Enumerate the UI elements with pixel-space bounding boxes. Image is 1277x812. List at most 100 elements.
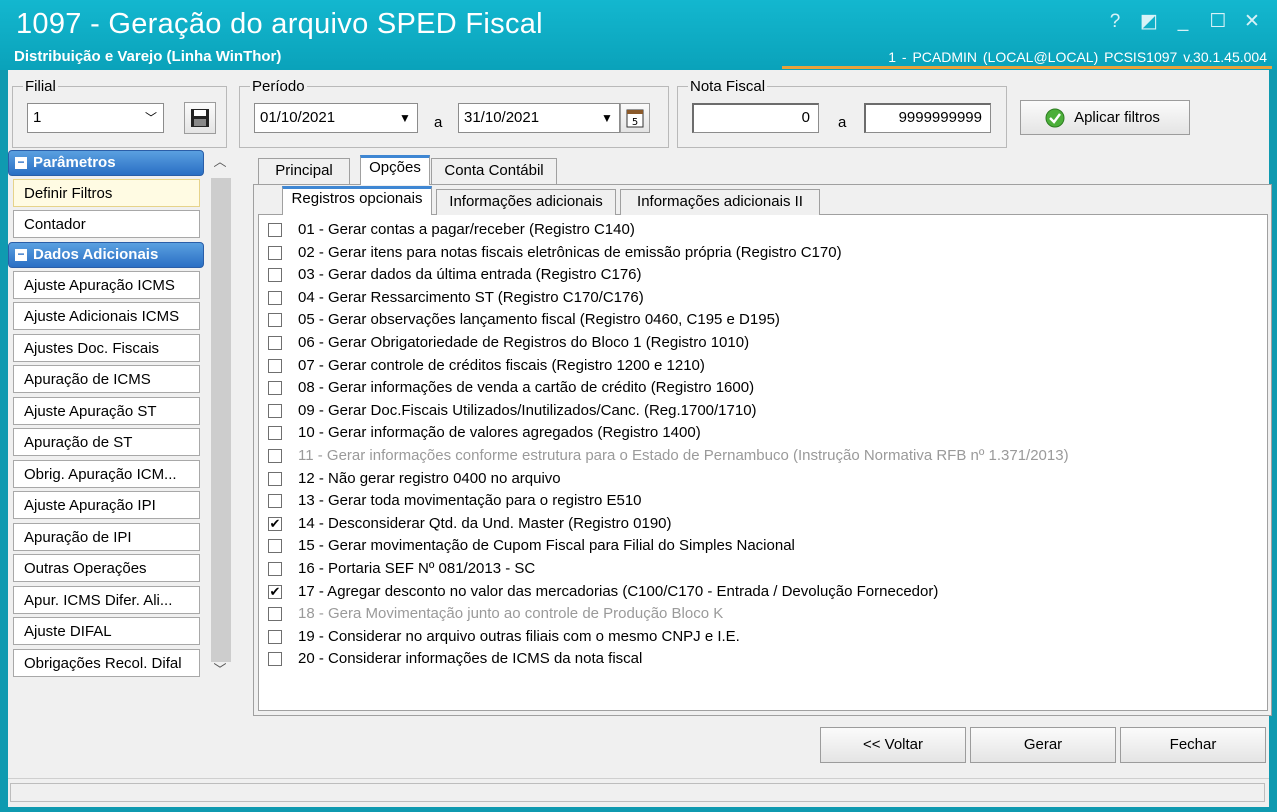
nota-fiscal-to-input[interactable]: 9999999999: [864, 103, 991, 133]
option-label: 03 - Gerar dados da última entrada (Regi…: [298, 266, 642, 283]
minimize-button[interactable]: _: [1172, 10, 1194, 34]
checkbox[interactable]: [268, 426, 282, 440]
tab-principal[interactable]: Principal: [258, 158, 350, 184]
checkbox[interactable]: [268, 494, 282, 508]
chevron-down-icon: ﹀: [144, 111, 157, 125]
filial-select[interactable]: 1 ﹀: [27, 103, 164, 133]
sidebar-item-definir-filtros[interactable]: Definir Filtros: [13, 179, 200, 207]
period-separator: a: [434, 114, 443, 131]
checkbox[interactable]: [268, 291, 282, 305]
close-form-button[interactable]: Fechar: [1120, 727, 1266, 763]
window-title: 1097 - Geração do arquivo SPED Fiscal: [16, 8, 543, 40]
period-end-value: 31/10/2021: [464, 109, 540, 126]
filial-value: 1: [33, 109, 42, 126]
option-label: 12 - Não gerar registro 0400 no arquivo: [298, 470, 561, 487]
sidebar-item[interactable]: Apuração de ST: [13, 428, 200, 456]
apply-filters-button[interactable]: Aplicar filtros: [1020, 100, 1190, 135]
checkbox[interactable]: [268, 381, 282, 395]
checkbox[interactable]: [268, 652, 282, 666]
user-info: 1 - PCADMIN (LOCAL@LOCAL) PCSIS1097 v.30…: [888, 49, 1267, 65]
option-label: 04 - Gerar Ressarcimento ST (Registro C1…: [298, 289, 644, 306]
subtab-informacoes-adicionais[interactable]: Informações adicionais: [436, 189, 616, 215]
restore-button[interactable]: ◩: [1138, 10, 1160, 34]
periodo-label: Período: [250, 78, 307, 95]
title-bar: 1097 - Geração do arquivo SPED Fiscal Di…: [0, 0, 1277, 70]
option-label: 20 - Considerar informações de ICMS da n…: [298, 650, 643, 667]
generate-button[interactable]: Gerar: [970, 727, 1116, 763]
nota-fiscal-from-input[interactable]: 0: [692, 103, 819, 133]
option-label: 05 - Gerar observações lançamento fiscal…: [298, 311, 780, 328]
back-button[interactable]: << Voltar: [820, 727, 966, 763]
checkbox[interactable]: [268, 268, 282, 282]
option-label: 18 - Gera Movimentação junto ao controle…: [298, 605, 724, 622]
sidebar-scrollbar[interactable]: ︿ ﹀: [209, 150, 231, 684]
section-parametros-title: Parâmetros: [33, 154, 116, 171]
checkbox[interactable]: [268, 246, 282, 260]
subtab-informacoes-adicionais-ii[interactable]: Informações adicionais II: [620, 189, 820, 215]
scrollbar-thumb[interactable]: [211, 178, 231, 662]
sidebar-item[interactable]: Apuração de IPI: [13, 523, 200, 551]
save-filial-button[interactable]: [184, 102, 216, 134]
checkbox[interactable]: [268, 313, 282, 327]
calendar-icon: 5: [626, 109, 644, 128]
sidebar-item[interactable]: Ajuste Apuração ICMS: [13, 271, 200, 299]
check-circle-icon: [1045, 108, 1065, 128]
checkbox[interactable]: [268, 223, 282, 237]
period-start-value: 01/10/2021: [260, 109, 336, 126]
help-button[interactable]: ?: [1104, 10, 1126, 34]
nota-fiscal-separator: a: [838, 114, 847, 131]
sidebar-item[interactable]: Outras Operações: [13, 554, 200, 582]
window-subtitle: Distribuição e Varejo (Linha WinThor): [14, 48, 282, 65]
user-info-underline: [782, 66, 1272, 69]
section-parametros[interactable]: − Parâmetros: [8, 150, 204, 176]
sidebar-item[interactable]: Apuração de ICMS: [13, 365, 200, 393]
scroll-down-icon[interactable]: ﹀: [209, 660, 231, 680]
checkbox[interactable]: [268, 562, 282, 576]
checkbox[interactable]: [268, 472, 282, 486]
checkbox[interactable]: [268, 539, 282, 553]
checkbox-checked[interactable]: ✔: [268, 517, 282, 531]
filial-label: Filial: [23, 78, 58, 95]
calendar-button[interactable]: 5: [620, 103, 650, 133]
checkbox[interactable]: [268, 630, 282, 644]
option-label: 07 - Gerar controle de créditos fiscais …: [298, 357, 705, 374]
option-label: 14 - Desconsiderar Qtd. da Und. Master (…: [298, 515, 672, 532]
tab-conta-contabil[interactable]: Conta Contábil: [431, 158, 557, 184]
floppy-disk-icon: [191, 109, 209, 127]
section-dados-adicionais-title: Dados Adicionais: [33, 246, 159, 263]
sidebar-item[interactable]: Ajuste DIFAL: [13, 617, 200, 645]
dropdown-arrow-icon: ▼: [399, 111, 411, 125]
tab-opcoes[interactable]: Opções: [360, 155, 430, 185]
close-button[interactable]: ✕: [1241, 10, 1263, 34]
sidebar-item[interactable]: Ajuste Apuração ST: [13, 397, 200, 425]
section-dados-adicionais[interactable]: − Dados Adicionais: [8, 242, 204, 268]
option-label: 01 - Gerar contas a pagar/receber (Regis…: [298, 221, 635, 238]
sidebar-item-contador[interactable]: Contador: [13, 210, 200, 238]
sidebar-item[interactable]: Obrig. Apuração ICM...: [13, 460, 200, 488]
sidebar-item[interactable]: Apur. ICMS Difer. Ali...: [13, 586, 200, 614]
sidebar-item[interactable]: Obrigações Recol. Difal: [13, 649, 200, 677]
collapse-icon: −: [15, 248, 27, 261]
period-end-date[interactable]: 31/10/2021 ▼: [458, 103, 620, 133]
option-label: 17 - Agregar desconto no valor das merca…: [298, 583, 939, 600]
checkbox[interactable]: [268, 404, 282, 418]
option-label: 09 - Gerar Doc.Fiscais Utilizados/Inutil…: [298, 402, 757, 419]
maximize-button[interactable]: ☐: [1207, 10, 1229, 34]
sidebar-item[interactable]: Ajuste Apuração IPI: [13, 491, 200, 519]
checkbox-checked[interactable]: ✔: [268, 585, 282, 599]
checkbox[interactable]: [268, 336, 282, 350]
period-start-date[interactable]: 01/10/2021 ▼: [254, 103, 418, 133]
status-bar: [8, 778, 1269, 804]
sidebar-item[interactable]: Ajustes Doc. Fiscais: [13, 334, 200, 362]
option-label: 19 - Considerar no arquivo outras filiai…: [298, 628, 740, 645]
sidebar-item[interactable]: Ajuste Adicionais ICMS: [13, 302, 200, 330]
checkbox[interactable]: [268, 359, 282, 373]
subtab-registros-opcionais[interactable]: Registros opcionais: [282, 186, 432, 215]
option-label: 06 - Gerar Obrigatoriedade de Registros …: [298, 334, 750, 351]
svg-text:5: 5: [632, 117, 638, 128]
scroll-up-icon[interactable]: ︿: [209, 152, 231, 172]
option-label: 11 - Gerar informações conforme estrutur…: [298, 447, 1069, 464]
collapse-icon: −: [15, 156, 27, 169]
option-label: 08 - Gerar informações de venda a cartão…: [298, 379, 755, 396]
option-label: 10 - Gerar informação de valores agregad…: [298, 424, 701, 441]
